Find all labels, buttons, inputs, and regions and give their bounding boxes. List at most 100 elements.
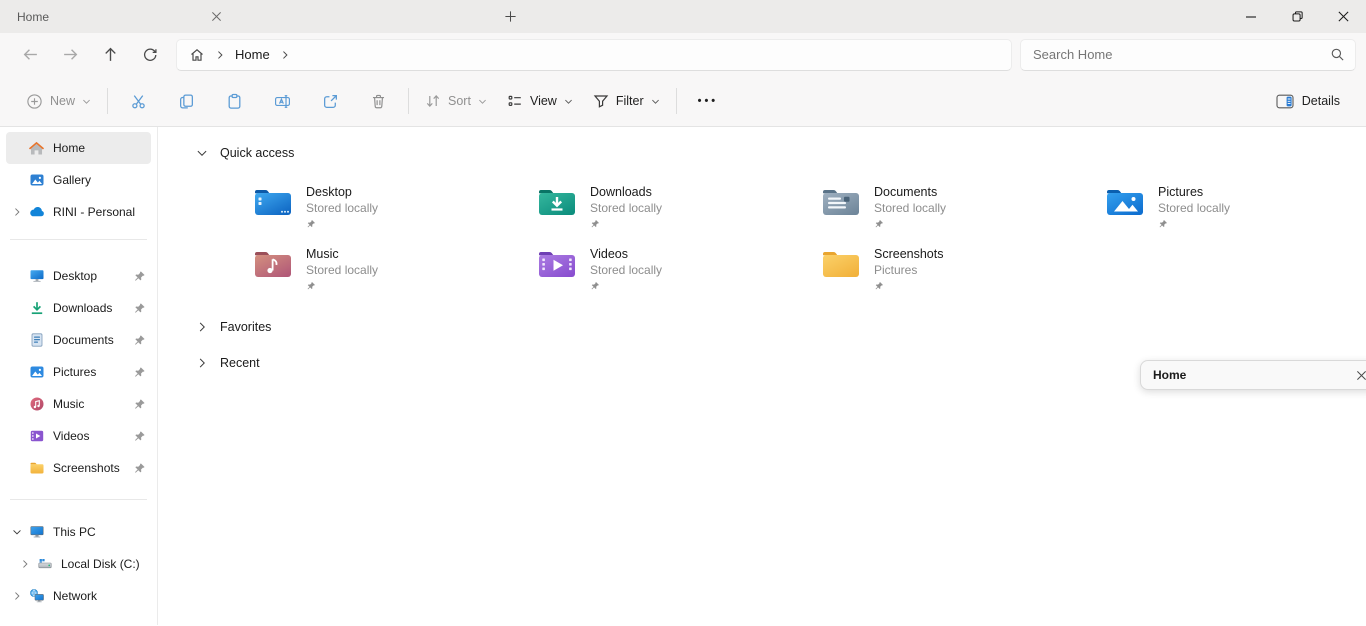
chevron-down-icon [478, 97, 487, 106]
close-button[interactable] [1320, 0, 1366, 33]
more-dots-icon: ••• [695, 95, 719, 107]
tab-close-icon[interactable] [204, 5, 228, 29]
chevron-down-icon[interactable] [196, 147, 208, 159]
pin-icon [874, 281, 943, 291]
chevron-down-icon[interactable] [6, 524, 28, 540]
sidebar-item-label: This PC [53, 525, 96, 539]
tile-music[interactable]: Music Stored locally [253, 247, 537, 293]
tile-name: Videos [590, 247, 662, 262]
sidebar-item-desktop[interactable]: Desktop [6, 260, 151, 292]
sidebar-item-screenshots[interactable]: Screenshots [6, 452, 151, 484]
chevron-right-icon[interactable] [196, 357, 208, 369]
cut-button[interactable] [114, 83, 162, 119]
filter-icon [593, 93, 609, 109]
toolbar-separator [408, 88, 409, 114]
sort-icon [425, 93, 441, 109]
pictures-folder-icon [1105, 186, 1145, 219]
tile-subtitle: Stored locally [306, 200, 378, 216]
screenshots-folder-icon [821, 248, 861, 281]
sidebar-item-label: Gallery [53, 173, 91, 187]
document-icon [28, 332, 45, 349]
chevron-right-icon[interactable] [6, 588, 28, 604]
rename-icon [274, 93, 291, 110]
sidebar-item-documents[interactable]: Documents [6, 324, 151, 356]
tile-pictures[interactable]: Pictures Stored locally [1105, 185, 1366, 231]
refresh-button[interactable] [130, 37, 170, 73]
minimize-button[interactable] [1228, 0, 1274, 33]
tab-home[interactable]: Home [0, 0, 240, 33]
chevron-right-icon[interactable] [196, 321, 208, 333]
toolbar-separator [107, 88, 108, 114]
sidebar-item-downloads[interactable]: Downloads [6, 292, 151, 324]
up-button[interactable] [90, 37, 130, 73]
pin-icon [133, 302, 146, 315]
tile-videos[interactable]: Videos Stored locally [537, 247, 821, 293]
filter-button[interactable]: Filter [583, 83, 670, 119]
section-header-favorites[interactable]: Favorites [158, 315, 1366, 339]
tile-documents[interactable]: Documents Stored locally [821, 185, 1105, 231]
details-pane-button[interactable]: Details [1266, 83, 1350, 119]
command-bar: New Sort View [0, 76, 1366, 127]
new-tab-button[interactable] [498, 4, 522, 28]
tab-title: Home [17, 10, 49, 24]
quick-access-tiles: Desktop Stored locally Downloads Stored … [253, 185, 1366, 293]
breadcrumb-chevron-icon[interactable] [215, 50, 225, 60]
search-box[interactable] [1020, 39, 1356, 71]
tile-subtitle: Stored locally [874, 200, 946, 216]
pin-icon [306, 219, 378, 229]
tile-screenshots[interactable]: Screenshots Pictures [821, 247, 1105, 293]
flyout-close-icon[interactable] [1356, 370, 1366, 381]
sidebar-item-label: Screenshots [53, 461, 120, 475]
tab-preview-flyout: Home [1140, 360, 1366, 390]
sidebar-item-label: Documents [53, 333, 114, 347]
share-button[interactable] [306, 83, 354, 119]
sidebar-item-this-pc[interactable]: This PC [6, 516, 151, 548]
file-explorer-window: Home [0, 0, 1366, 626]
sidebar-item-videos[interactable]: Videos [6, 420, 151, 452]
section-label: Favorites [220, 320, 271, 334]
tile-name: Music [306, 247, 378, 262]
pin-icon [1158, 219, 1230, 229]
pin-icon [133, 430, 146, 443]
onedrive-cloud-icon [28, 204, 45, 221]
sidebar-item-label: Desktop [53, 269, 97, 283]
delete-button[interactable] [354, 83, 402, 119]
view-button[interactable]: View [497, 83, 583, 119]
new-button[interactable]: New [16, 83, 101, 119]
breadcrumb-home-icon[interactable] [189, 47, 205, 63]
tile-desktop[interactable]: Desktop Stored locally [253, 185, 537, 231]
pin-icon [133, 270, 146, 283]
rename-button[interactable] [258, 83, 306, 119]
search-icon[interactable] [1330, 47, 1345, 62]
videos-folder-icon [537, 248, 577, 281]
breadcrumb-item-home[interactable]: Home [235, 47, 270, 62]
hard-disk-icon [36, 556, 53, 573]
sidebar-item-music[interactable]: Music [6, 388, 151, 420]
address-bar[interactable]: Home [176, 39, 1012, 71]
sidebar-item-gallery[interactable]: Gallery [6, 164, 151, 196]
desktop-folder-icon [253, 186, 293, 219]
sidebar-item-label: RINI - Personal [53, 205, 135, 219]
sidebar-item-local-disk-c[interactable]: Local Disk (C:) [6, 548, 151, 580]
tile-subtitle: Stored locally [306, 262, 378, 278]
sidebar-item-home[interactable]: Home [6, 132, 151, 164]
tile-name: Documents [874, 185, 946, 200]
tile-downloads[interactable]: Downloads Stored locally [537, 185, 821, 231]
section-header-quick-access[interactable]: Quick access [158, 141, 1366, 165]
sidebar-item-onedrive[interactable]: RINI - Personal [6, 196, 151, 228]
more-options-button[interactable]: ••• [683, 83, 731, 119]
chevron-right-icon[interactable] [14, 556, 36, 572]
breadcrumb-chevron-icon[interactable] [280, 50, 290, 60]
back-button[interactable] [10, 37, 50, 73]
chevron-right-icon[interactable] [6, 204, 28, 220]
forward-button[interactable] [50, 37, 90, 73]
sort-button[interactable]: Sort [415, 83, 497, 119]
pin-icon [874, 219, 946, 229]
search-input[interactable] [1033, 47, 1330, 62]
paste-button[interactable] [210, 83, 258, 119]
navigation-bar: Home [0, 33, 1366, 76]
sidebar-item-pictures[interactable]: Pictures [6, 356, 151, 388]
sidebar-item-network[interactable]: Network [6, 580, 151, 612]
restore-button[interactable] [1274, 0, 1320, 33]
copy-button[interactable] [162, 83, 210, 119]
